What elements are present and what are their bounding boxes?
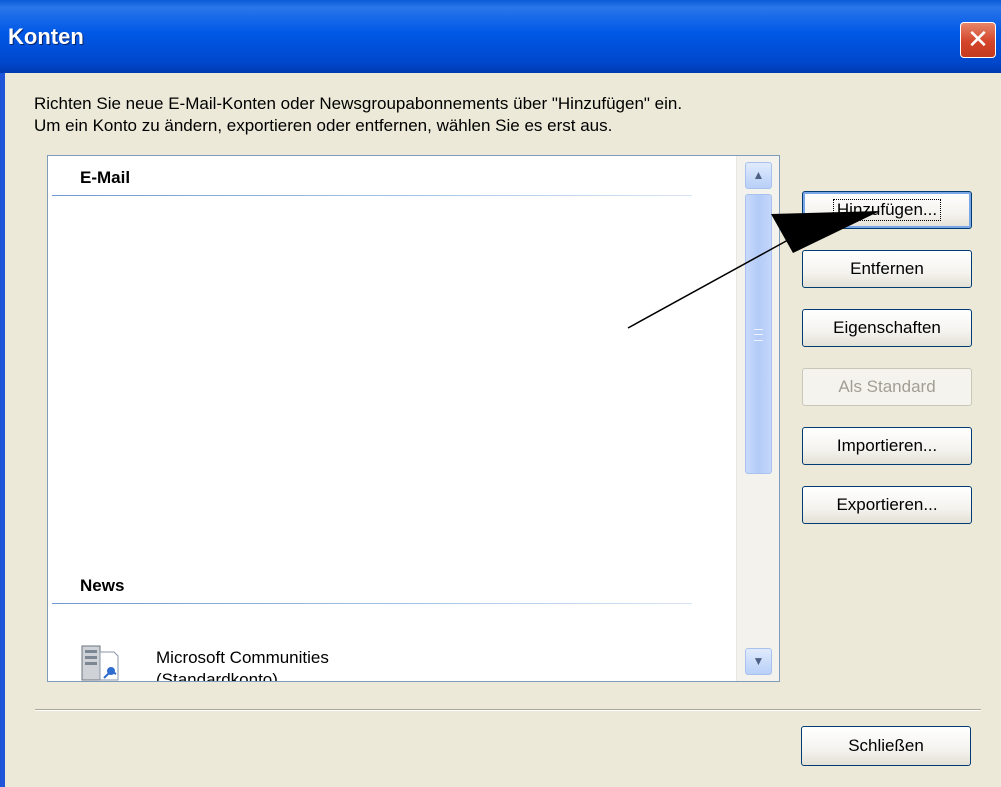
scroll-thumb[interactable] bbox=[745, 194, 772, 474]
group-divider-email bbox=[52, 195, 692, 196]
news-server-icon bbox=[81, 645, 119, 681]
remove-button[interactable]: Entfernen bbox=[802, 250, 972, 288]
scroll-down-button[interactable]: ▼ bbox=[745, 648, 772, 675]
close-window-button[interactable]: ✕ bbox=[960, 22, 996, 58]
chevron-up-icon: ▲ bbox=[752, 168, 765, 182]
instructions-text: Richten Sie neue E-Mail-Konten oder News… bbox=[34, 93, 914, 137]
add-button[interactable]: Hinzufügen... bbox=[802, 191, 972, 229]
title-bar[interactable]: Konten ✕ bbox=[0, 0, 1001, 73]
window-title: Konten bbox=[8, 24, 84, 49]
close-icon: ✕ bbox=[967, 24, 989, 54]
export-button[interactable]: Exportieren... bbox=[802, 486, 972, 524]
window-frame-left bbox=[0, 73, 5, 787]
accounts-dialog: Konten ✕ Richten Sie neue E-Mail-Konten … bbox=[0, 0, 1001, 787]
import-button[interactable]: Importieren... bbox=[802, 427, 972, 465]
properties-button[interactable]: Eigenschaften bbox=[802, 309, 972, 347]
instructions-line-2: Um ein Konto zu ändern, exportieren oder… bbox=[34, 116, 613, 135]
accounts-list[interactable]: E-Mail News Microsoft Communities (Stand… bbox=[47, 155, 780, 682]
group-divider-news bbox=[52, 603, 692, 604]
vertical-scrollbar[interactable]: ▲ ▼ bbox=[736, 156, 779, 681]
group-header-news: News bbox=[80, 576, 125, 595]
instructions-line-1: Richten Sie neue E-Mail-Konten oder News… bbox=[34, 94, 683, 113]
scroll-up-button[interactable]: ▲ bbox=[745, 162, 772, 189]
set-default-button[interactable]: Als Standard bbox=[802, 368, 972, 406]
grip-icon bbox=[754, 329, 763, 341]
close-button[interactable]: Schließen bbox=[801, 726, 971, 766]
footer-separator bbox=[35, 709, 981, 711]
chevron-down-icon: ▼ bbox=[752, 654, 765, 668]
account-default-label: (Standardkonto) bbox=[156, 670, 278, 682]
group-header-email: E-Mail bbox=[80, 168, 131, 187]
add-button-label: Hinzufügen... bbox=[832, 199, 942, 221]
account-name: Microsoft Communities bbox=[156, 648, 329, 667]
